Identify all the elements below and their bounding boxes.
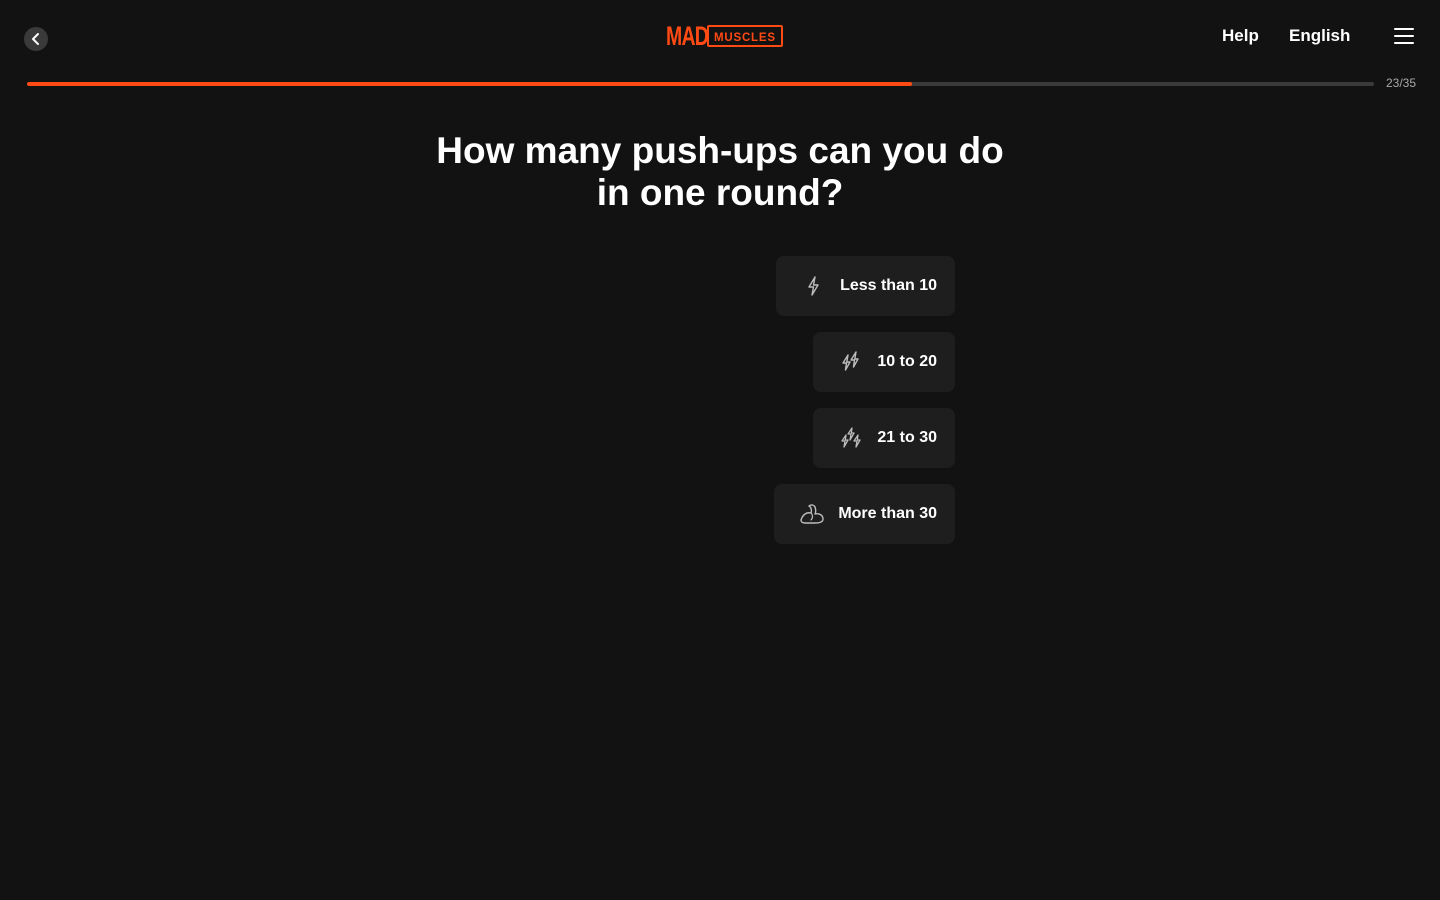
help-link[interactable]: Help <box>1222 26 1259 46</box>
flexed-biceps-icon <box>798 500 826 528</box>
menu-bar-icon <box>1394 42 1414 44</box>
language-selector[interactable]: English <box>1289 26 1350 46</box>
option-label: 21 to 30 <box>877 429 937 446</box>
top-header: MAD MUSCLES Help English <box>0 0 1440 72</box>
hamburger-menu-button[interactable] <box>1394 28 1414 44</box>
logo-muscles-text: MUSCLES <box>707 25 783 47</box>
option-label: 10 to 20 <box>877 353 937 370</box>
option-10-to-20[interactable]: 10 to 20 <box>813 332 955 392</box>
option-more-than-30[interactable]: More than 30 <box>774 484 955 544</box>
menu-bar-icon <box>1394 28 1414 30</box>
answer-options: Less than 10 10 to 20 21 to 30 More than… <box>720 256 955 560</box>
question-title: How many push-ups can you do in one roun… <box>436 130 1004 213</box>
double-bolt-icon <box>837 348 865 376</box>
option-21-to-30[interactable]: 21 to 30 <box>813 408 955 468</box>
progress-counter: 23/35 <box>1385 76 1416 90</box>
progress-bar <box>27 82 1374 86</box>
option-label: Less than 10 <box>840 277 937 294</box>
triple-bolt-icon <box>837 424 865 452</box>
menu-bar-icon <box>1394 35 1414 37</box>
option-less-than-10[interactable]: Less than 10 <box>776 256 955 316</box>
bolt-icon <box>800 272 828 300</box>
back-button[interactable] <box>24 27 48 51</box>
brand-logo[interactable]: MAD MUSCLES <box>666 22 783 50</box>
chevron-left-icon <box>32 33 39 45</box>
option-label: More than 30 <box>838 505 937 522</box>
progress-bar-fill <box>27 82 913 86</box>
logo-mad-text: MAD <box>666 21 709 51</box>
